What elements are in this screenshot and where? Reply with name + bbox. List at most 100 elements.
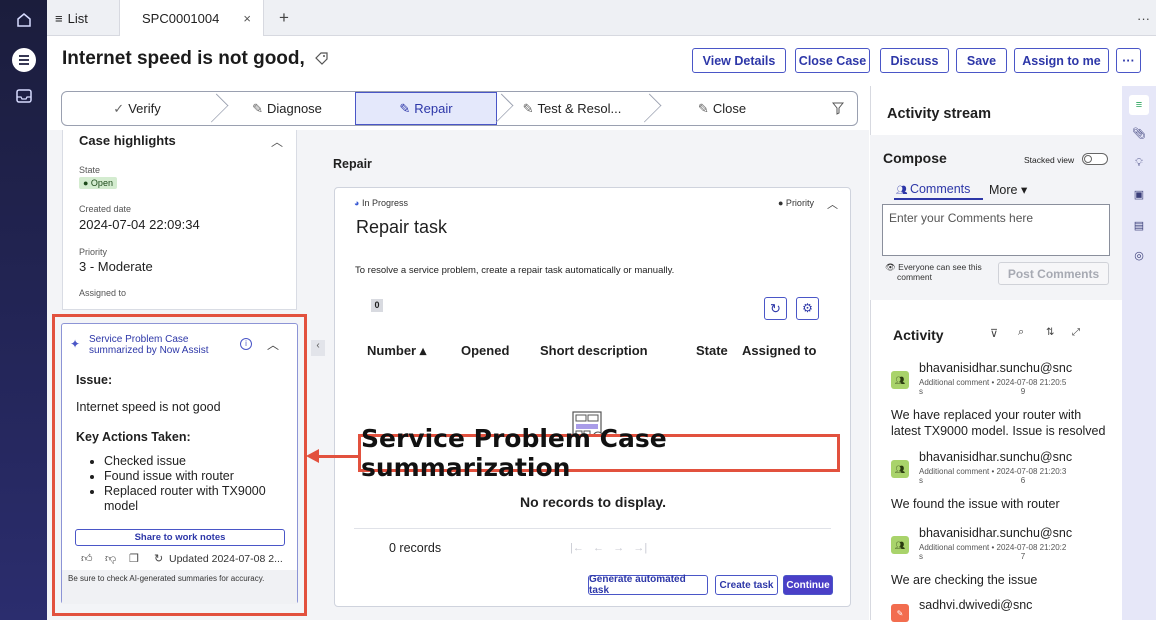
status-text: In Progress xyxy=(361,198,408,208)
avatar: 👥︎ xyxy=(891,371,909,389)
attachment-icon[interactable]: 📎︎ xyxy=(1122,122,1156,144)
step-close-label: Close xyxy=(712,101,747,116)
more-tab[interactable]: More ▾ xyxy=(989,182,1027,197)
stacked-view-toggle[interactable] xyxy=(1082,153,1108,165)
refresh-list-button[interactable]: ↻ xyxy=(764,297,787,320)
close-case-button[interactable]: Close Case xyxy=(795,48,870,73)
priority-tag-text: ● Priority xyxy=(778,198,814,208)
activity-filter-icon[interactable]: ⊽ xyxy=(990,327,998,340)
comment-textarea[interactable]: Enter your Comments here xyxy=(882,204,1110,256)
step-verify[interactable]: ✓ Verify xyxy=(62,92,212,125)
task-title: Repair task xyxy=(356,217,448,237)
image-icon[interactable]: ▣ xyxy=(1122,183,1156,205)
step-repair-label: Repair xyxy=(414,101,453,116)
col-state[interactable]: State xyxy=(696,343,728,358)
pencil-filled-icon: ✎ xyxy=(399,100,411,116)
entry-meta: Additional comment • 2024-07-08 21:20:2 xyxy=(919,543,1067,552)
entry-author: sadhvi.dwivedi@snc xyxy=(919,598,1033,612)
continue-button[interactable]: Continue xyxy=(783,575,833,595)
annotation-arrow xyxy=(318,455,360,458)
pencil-icon: ✎ xyxy=(522,100,534,116)
pager-controls[interactable]: |← ← → →| xyxy=(570,542,647,554)
save-button[interactable]: Save xyxy=(956,48,1007,73)
tab-list-label: List xyxy=(67,10,88,26)
status-in-progress: ◕ In Progress xyxy=(354,198,408,208)
more-tabs-icon[interactable]: ··· xyxy=(1137,0,1150,36)
priority-label: Priority xyxy=(79,247,108,257)
visibility-line2: comment xyxy=(897,272,932,282)
create-task-button[interactable]: Create task xyxy=(715,575,778,595)
tag-icon[interactable] xyxy=(315,52,328,66)
collapse-icon[interactable]: ︿ xyxy=(271,133,283,150)
created-label: Created date xyxy=(79,204,132,214)
entry-meta: Additional comment • 2024-07-08 21:20:5 xyxy=(919,378,1067,387)
close-tab-icon[interactable]: × xyxy=(243,11,251,26)
pencil-icon: ✎ xyxy=(697,100,709,116)
avatar-pencil-icon: ✎ xyxy=(891,604,909,622)
stacked-view-label: Stacked view xyxy=(1024,155,1075,165)
activity-title: Activity xyxy=(893,327,944,343)
assigned-label: Assigned to xyxy=(79,288,127,298)
step-repair[interactable]: ✎ Repair xyxy=(355,92,497,125)
empty-state-text: No records to display. xyxy=(520,494,666,510)
discuss-button[interactable]: Discuss xyxy=(880,48,949,73)
col-assigned-to[interactable]: Assigned to xyxy=(742,343,816,358)
collapse-left-panel-icon[interactable]: ‹ xyxy=(311,340,325,356)
pulse-icon[interactable]: ◎ xyxy=(1122,244,1156,266)
step-close[interactable]: ✎ Close xyxy=(647,92,797,125)
lightbulb-icon[interactable]: 💡︎ xyxy=(1122,152,1156,174)
entry-text: We are checking the issue xyxy=(891,573,1038,587)
entry-meta-wrap: s 6 xyxy=(919,476,1026,485)
assign-to-me-button[interactable]: Assign to me xyxy=(1014,48,1109,73)
document-icon[interactable]: ▤ xyxy=(1122,214,1156,236)
generate-automated-task-button[interactable]: Generate automated task xyxy=(588,574,708,596)
step-test-label: Test & Resol... xyxy=(537,101,622,116)
more-actions-button[interactable]: ··· xyxy=(1116,48,1141,73)
activity-search-icon[interactable]: ⌕ xyxy=(1018,326,1024,339)
tab-bar: ≡ List SPC0001004 × + ··· xyxy=(47,0,1156,36)
settings-gear-icon[interactable]: ⚙ xyxy=(796,297,819,320)
visibility-note: 👁︎ Everyone can see this comment xyxy=(885,262,982,282)
state-label: State xyxy=(79,165,101,175)
priority-tag: ● Priority xyxy=(778,198,814,208)
step-diagnose-label: Diagnose xyxy=(266,101,322,116)
col-opened[interactable]: Opened xyxy=(461,343,509,358)
annotation-arrow-head xyxy=(306,449,319,463)
post-comments-button[interactable]: Post Comments xyxy=(998,262,1109,285)
status-dot-icon: ◕ xyxy=(354,198,362,208)
case-highlights-card: Case highlights ︿ State ● Open Created d… xyxy=(62,130,297,310)
tab-record[interactable]: SPC0001004 × xyxy=(119,0,264,36)
visibility-line1: Everyone can see this xyxy=(898,262,982,272)
col-number[interactable]: Number ▴ xyxy=(367,343,426,359)
collapse-task-icon[interactable]: ︿ xyxy=(827,196,838,212)
hamburger-icon: ≡ xyxy=(55,10,63,26)
check-icon: ✓ xyxy=(113,100,125,116)
compose-title: Compose xyxy=(883,150,947,166)
activity-stream-icon[interactable]: ≡ xyxy=(1122,94,1156,116)
annotation-callout: Service Problem Case summarization xyxy=(358,424,840,482)
inbox-icon[interactable] xyxy=(0,76,47,116)
add-tab-icon[interactable]: + xyxy=(279,0,289,36)
page-title-text: Internet speed is not good, xyxy=(62,48,305,69)
eye-icon: 👁︎ xyxy=(885,262,899,272)
state-badge: ● Open xyxy=(79,177,117,189)
sort-icon[interactable]: ⇅ xyxy=(1046,327,1054,338)
expand-icon[interactable]: ⤢ xyxy=(1072,327,1080,338)
entry-author: bhavanisidhar.sunchu@snc xyxy=(919,526,1073,540)
priority-value: 3 - Moderate xyxy=(79,259,153,274)
view-details-button[interactable]: View Details xyxy=(692,48,786,73)
filter-icon[interactable] xyxy=(832,102,844,115)
step-diagnose[interactable]: ✎ Diagnose xyxy=(217,92,357,125)
list-menu-icon[interactable] xyxy=(0,40,47,80)
step-test-resolve[interactable]: ✎ Test & Resol... xyxy=(502,92,642,125)
created-value: 2024-07-04 22:09:34 xyxy=(79,217,200,232)
comments-tab[interactable]: 👥︎ Comments xyxy=(896,182,970,196)
col-short-description[interactable]: Short description xyxy=(540,343,648,358)
tab-list[interactable]: ≡ List xyxy=(55,0,88,36)
activity-stream-title: Activity stream xyxy=(887,106,991,122)
section-title: Repair xyxy=(333,157,372,171)
home-icon[interactable] xyxy=(0,0,47,40)
entry-meta-wrap: s 7 xyxy=(919,552,1026,561)
comments-people-icon: 👥︎ xyxy=(896,185,910,195)
global-nav xyxy=(0,0,47,620)
